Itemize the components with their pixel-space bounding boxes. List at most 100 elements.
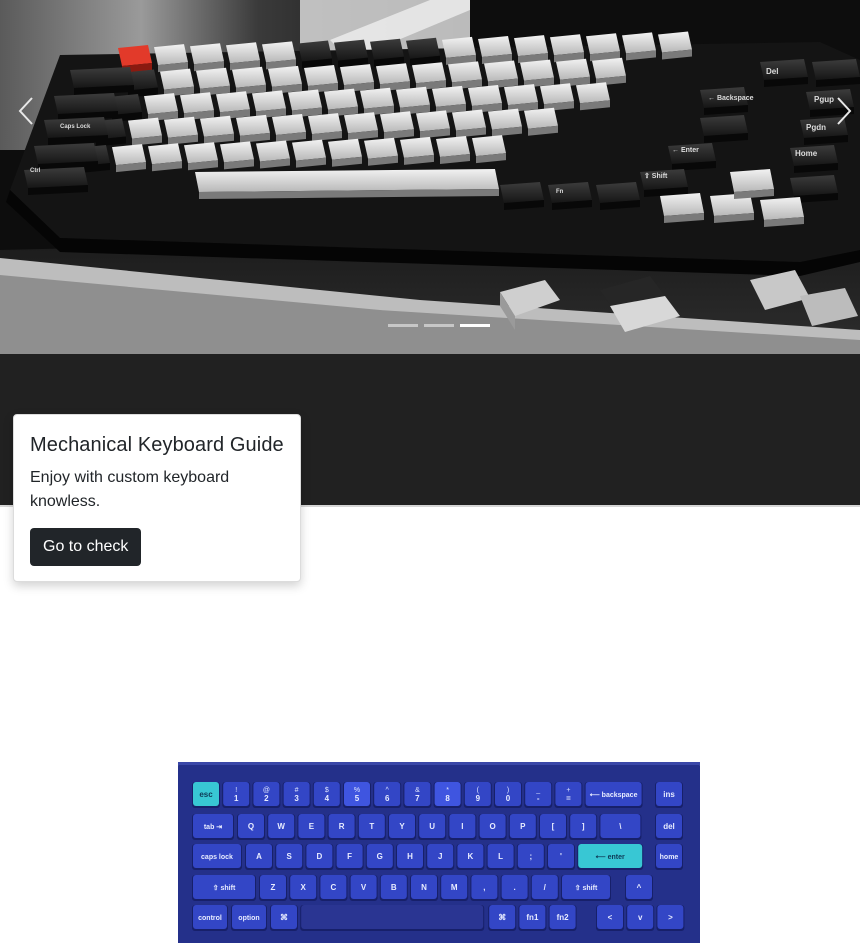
keycap [576,82,610,104]
keycap [556,58,590,80]
keycap [328,138,362,160]
keycap-legend: Ctrl [30,168,41,174]
carousel-indicator-1[interactable] [388,324,418,327]
carousel-next-button[interactable] [830,93,858,129]
keycap [548,182,592,203]
carousel-indicator-2[interactable] [424,324,454,327]
keycap [190,43,224,65]
keycap [812,59,860,80]
keycap [232,66,266,88]
carousel-prev-button[interactable] [12,93,40,129]
keycap-legend: 3 [294,794,299,803]
keycap [262,41,296,63]
keycap-legend: ; [529,852,532,861]
keycap-legend: B [391,883,397,892]
keycap [148,143,182,165]
keycap-legend: H [407,852,413,861]
keycap [256,140,290,162]
keycap [34,143,98,164]
keycap-legend: ⇧ shift [213,884,236,892]
keycap [596,182,640,203]
keycap-legend: Del [766,67,778,76]
keycap [252,90,286,112]
keycap [226,42,260,64]
keycap-legend: 4 [325,794,330,803]
keycap [184,142,218,164]
keycap [160,68,194,90]
keycap-legend: X [301,883,307,892]
keycap [334,39,368,61]
keycap-legend: tab ⇥ [204,824,222,831]
carousel-indicator-3[interactable] [460,324,490,327]
keycap-legend: ] [582,822,585,831]
keycap [524,107,558,129]
keycap-legend: , [483,883,485,892]
keycap-legend: control [198,915,222,922]
keycap [658,31,692,53]
keycap-legend: v [638,913,643,922]
keycap-legend: Home [795,149,818,158]
keycap [396,86,430,108]
keycap-legend: 5 [355,794,360,803]
guide-card: Mechanical Keyboard Guide Enjoy with cus… [13,414,301,582]
keycap [196,67,230,89]
keycap-legend: Y [399,822,405,831]
keycap-legend: ⟵ backspace [590,792,638,799]
keycap [468,85,502,106]
keycap [436,136,470,157]
keycap [118,45,152,66]
keycap [586,33,620,55]
keycap-legend: ⟵ enter [596,854,625,861]
keycap-legend: F [347,852,352,861]
keycap [340,64,374,86]
keycap-legend: * [446,787,449,794]
keycap-legend: del [663,822,675,831]
keycap [412,62,446,84]
keycap-legend: @ [263,787,270,794]
keycap-legend: Fn [556,189,564,195]
keycap [360,87,394,109]
keycap-legend: R [339,822,345,831]
keycap-legend: 6 [385,794,390,803]
keycap [504,84,538,106]
keycap-legend: fn1 [526,913,539,922]
keycap-legend: ^ [637,883,642,892]
keycap-legend: ! [235,787,237,794]
keycap-legend: < [608,913,613,922]
keycap-legend: Q [248,822,254,831]
keycap-legend: ' [560,852,562,861]
carousel-indicators [388,324,490,327]
keycap [128,117,162,139]
keycap-legend: ⇧ shift [575,884,598,892]
keycap-legend: S [287,852,293,861]
keycap-legend: ) [507,787,509,794]
keycap [70,67,134,88]
keycap-legend: ins [663,790,675,799]
keycap-legend: Pgdn [806,123,826,132]
go-to-check-button[interactable]: Go to check [30,528,142,566]
keycap [216,91,250,113]
product-keyboard-image: esc !1@2#3$4%5^6&7*8(9)0_-+= ⟵ backspace in… [178,762,700,943]
keycap-legend: C [331,883,337,892]
keycap [344,112,378,134]
keycap-legend: ⇧ Shift [644,172,668,180]
keycap [448,61,482,83]
keycap [112,144,146,166]
keycap [700,115,748,136]
keycap-legend: 7 [415,794,420,803]
keycap [195,169,499,192]
keycap-legend: W [277,822,285,831]
keycap-legend: = [566,794,571,803]
keycap [622,32,656,54]
keycap [514,35,548,57]
keycap-legend: [ [552,822,555,831]
keycap [54,93,118,114]
keycap [288,89,322,111]
keycap-legend: K [468,852,474,861]
keycap-legend: G [377,852,383,861]
keycap-legend: caps lock [201,854,233,861]
keycap [760,197,804,220]
keycap [220,141,254,163]
keycap-legend: ⌘ [280,913,288,922]
keycap [484,60,518,82]
